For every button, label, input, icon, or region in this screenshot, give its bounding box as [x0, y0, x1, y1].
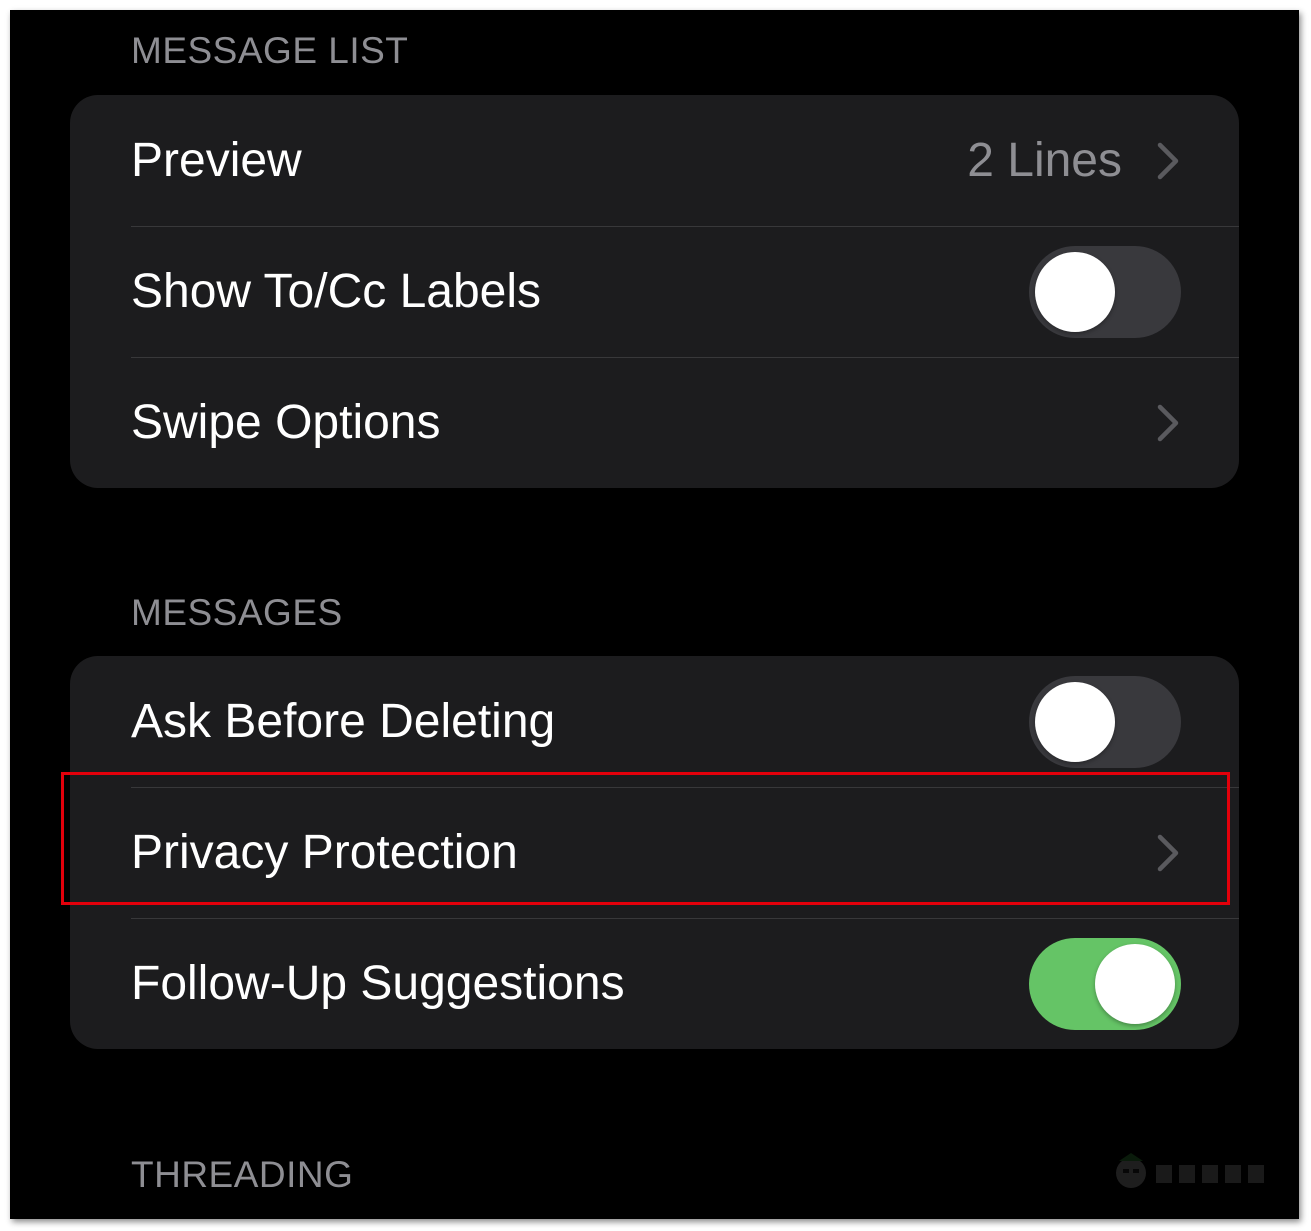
row-label-show-to-cc-labels: Show To/Cc Labels — [131, 264, 542, 318]
row-ask-before-deleting: Ask Before Deleting — [70, 656, 1239, 787]
toggle-follow-up-suggestions[interactable] — [1029, 937, 1181, 1030]
toggle-ask-before-deleting[interactable] — [1029, 675, 1181, 768]
settings-screen: MESSAGE LIST Preview 2 Lines Show To/Cc … — [10, 10, 1299, 1219]
toggle-knob — [1035, 681, 1115, 762]
row-label-privacy-protection: Privacy Protection — [131, 825, 518, 879]
section-header-message-list: MESSAGE LIST — [131, 30, 409, 71]
row-follow-up-suggestions: Follow-Up Suggestions — [70, 918, 1239, 1049]
row-label-follow-up-suggestions: Follow-Up Suggestions — [131, 956, 625, 1010]
settings-group-message-list: Preview 2 Lines Show To/Cc Labels Swipe … — [70, 95, 1239, 488]
row-swipe-options[interactable]: Swipe Options — [70, 357, 1239, 488]
row-label-swipe-options: Swipe Options — [131, 395, 441, 449]
chevron-right-icon — [1157, 404, 1179, 441]
chevron-right-icon — [1157, 834, 1179, 871]
row-privacy-protection[interactable]: Privacy Protection — [70, 787, 1239, 918]
row-value-preview: 2 Lines — [967, 133, 1122, 187]
row-label-preview: Preview — [131, 133, 302, 187]
settings-group-messages: Ask Before Deleting Privacy Protection F… — [70, 656, 1239, 1049]
row-label-ask-before-deleting: Ask Before Deleting — [131, 694, 556, 748]
toggle-knob — [1095, 943, 1175, 1024]
appuals-mascot-logo — [1116, 1153, 1264, 1188]
row-preview[interactable]: Preview 2 Lines — [70, 95, 1239, 226]
section-header-messages: MESSAGES — [131, 592, 343, 633]
toggle-knob — [1035, 251, 1115, 332]
row-show-to-cc-labels: Show To/Cc Labels — [70, 226, 1239, 357]
toggle-show-to-cc-labels[interactable] — [1029, 245, 1181, 338]
chevron-right-icon — [1157, 142, 1179, 179]
section-header-threading: THREADING — [131, 1154, 354, 1195]
